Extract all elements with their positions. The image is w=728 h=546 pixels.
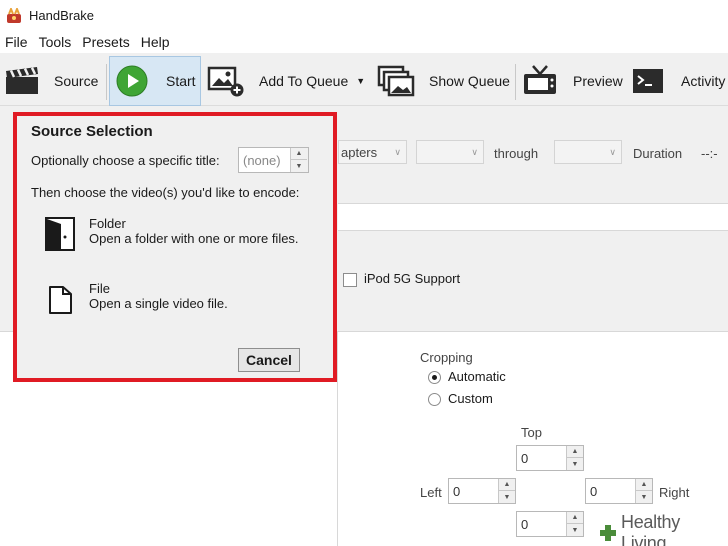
folder-option-text: Folder Open a folder with one or more fi… [89,216,299,256]
crop-bottom-input[interactable]: 0 ▲ ▼ [516,511,584,537]
crop-automatic-radio[interactable] [428,371,441,384]
title-bar: HandBrake [0,0,728,31]
terminal-icon [632,68,664,94]
add-to-queue-button[interactable]: Add To Queue ▼ [207,56,365,106]
crop-right-value: 0 [590,484,598,499]
file-option[interactable]: File Open a single video file. [45,281,228,321]
folder-option[interactable]: Folder Open a folder with one or more fi… [45,216,299,256]
title-select-value: (none) [243,153,281,168]
source-label: Source [54,73,99,89]
ipod-support-checkbox[interactable] [343,273,357,287]
chevron-down-icon: ∨ [394,147,401,157]
preview-button[interactable]: Preview [522,56,623,106]
menu-help[interactable]: Help [138,34,178,50]
show-queue-button[interactable]: Show Queue [377,56,510,106]
title-spinner[interactable]: ▲ ▼ [290,148,308,172]
toolbar-separator [106,64,107,100]
play-icon [116,65,148,97]
crop-automatic-label: Automatic [448,369,506,384]
crop-left-spinner[interactable]: ▲ ▼ [498,479,515,503]
chevron-down-icon[interactable]: ▼ [356,76,365,86]
watermark-text: Healthy Living [621,511,680,546]
choose-title-prompt: Optionally choose a specific title: [31,153,220,168]
crop-top-input[interactable]: 0 ▲ ▼ [516,445,584,471]
toolbar: Source Start Add To Queue ▼ Show Queue P… [0,56,728,106]
spin-down-icon[interactable]: ▼ [499,491,515,503]
healthy-living-watermark: Healthy Living [595,512,728,546]
spin-up-icon[interactable]: ▲ [567,512,583,524]
crop-top-spinner[interactable]: ▲ ▼ [566,446,583,470]
add-to-queue-label: Add To Queue [259,73,349,89]
chevron-down-icon: ∨ [609,147,616,157]
handbrake-app-icon [6,5,22,24]
file-option-name: File [89,281,110,296]
source-button[interactable]: Source [4,56,98,106]
crop-top-value: 0 [521,451,529,466]
chevron-down-icon: ∨ [471,147,478,157]
clapperboard-icon [4,66,40,96]
menu-tools[interactable]: Tools [36,34,80,50]
chapters-start-select[interactable]: apters ∨ [338,140,407,164]
crop-right-spinner[interactable]: ▲ ▼ [635,479,652,503]
tab-strip [338,203,728,231]
start-button[interactable]: Start [109,56,201,106]
show-queue-icon [377,65,415,97]
folder-icon [45,216,75,252]
crop-bottom-value: 0 [521,517,529,532]
spin-up-icon[interactable]: ▲ [636,479,652,491]
source-selection-title: Source Selection [31,123,153,140]
activity-log-button[interactable]: Activity [632,56,725,106]
panel-divider [337,332,338,546]
crop-left-label: Left [420,485,442,500]
title-select[interactable]: (none) ▲ ▼ [238,147,309,173]
crop-custom-label: Custom [448,391,493,406]
source-selection-panel: Source Selection Optionally choose a spe… [13,112,337,382]
choose-video-prompt: Then choose the video(s) you'd like to e… [31,185,300,200]
tv-icon [522,64,558,98]
duration-value: --:- [701,146,718,161]
folder-option-name: Folder [89,216,126,231]
start-label: Start [166,73,196,89]
crop-bottom-spinner[interactable]: ▲ ▼ [566,512,583,536]
crop-top-label: Top [521,425,542,440]
chapters-start-value: apters [341,145,378,160]
add-to-queue-icon [207,65,245,97]
crop-left-input[interactable]: 0 ▲ ▼ [448,478,516,504]
cropping-heading: Cropping [420,350,473,365]
show-queue-label: Show Queue [429,73,510,89]
crop-left-value: 0 [453,484,461,499]
spin-up-icon[interactable]: ▲ [567,446,583,458]
spin-down-icon[interactable]: ▼ [567,524,583,536]
file-option-description: Open a single video file. [89,296,228,311]
menu-presets[interactable]: Presets [79,34,137,50]
crop-custom-radio[interactable] [428,393,441,406]
duration-label: Duration [633,146,683,161]
spin-down-icon[interactable]: ▼ [567,458,583,470]
cancel-button[interactable]: Cancel [238,348,300,372]
toolbar-separator [515,64,516,100]
spin-up-icon[interactable]: ▲ [291,148,307,160]
menu-bar: File Tools Presets Help [0,31,728,53]
spin-down-icon[interactable]: ▼ [291,160,307,172]
spin-up-icon[interactable]: ▲ [499,479,515,491]
file-icon [45,281,75,317]
plus-icon [599,524,617,542]
file-option-text: File Open a single video file. [89,281,228,321]
window-title: HandBrake [29,8,95,23]
chapter-to-select[interactable]: ∨ [554,140,622,164]
preview-label: Preview [573,73,623,89]
ipod-support-label: iPod 5G Support [364,271,461,286]
through-label: through [494,146,539,161]
crop-right-label: Right [659,485,690,500]
activity-label: Activity [681,73,726,89]
crop-right-input[interactable]: 0 ▲ ▼ [585,478,653,504]
folder-option-description: Open a folder with one or more files. [89,231,299,246]
spin-down-icon[interactable]: ▼ [636,491,652,503]
menu-file[interactable]: File [0,34,36,50]
chapter-from-select[interactable]: ∨ [416,140,484,164]
